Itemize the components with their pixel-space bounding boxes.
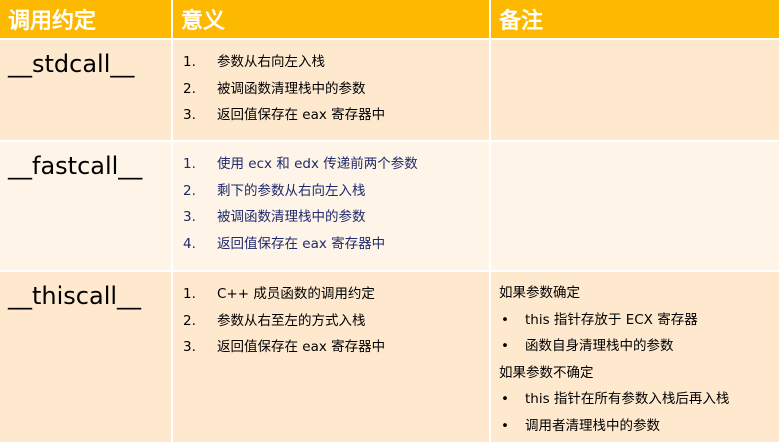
convention-name: __thiscall__ <box>8 282 142 310</box>
list-text: 被调函数清理栈中的参数 <box>217 209 366 225</box>
list-item: 1. 参数从右向左入栈 <box>183 49 489 76</box>
list-text: 参数从右向左入栈 <box>217 54 325 70</box>
list-text: 被调函数清理栈中的参数 <box>217 80 366 97</box>
bullet-icon: • <box>501 391 509 408</box>
bullet-icon: • <box>501 417 509 434</box>
list-number: 1. <box>183 286 196 302</box>
meaning-cell: 1. 参数从右向左入栈 2. 被调函数清理栈中的参数 3. 返回值保存在 eax 寄存… <box>172 39 491 142</box>
list-item: 3. 返回值保存在 eax 寄存器中 <box>183 102 489 129</box>
note-bullet-item: • this 指针存放于 ECX 寄存器 <box>499 307 779 334</box>
list-number: 2. <box>183 80 196 97</box>
list-item: 1. C++ 成员函数的调用约定 <box>183 281 489 308</box>
list-number: 3. <box>183 339 196 355</box>
convention-name: __stdcall__ <box>8 50 135 78</box>
notes-cell: 如果参数确定 • this 指针存放于 ECX 寄存器 • 函数自身清理栈中的参数 … <box>490 271 779 442</box>
bullet-icon: • <box>501 338 509 355</box>
header-row: 调用约定 意义 备注 <box>0 0 779 40</box>
list-number: 3. <box>183 209 196 225</box>
notes-cell <box>490 141 779 272</box>
list-number: 1. <box>183 54 196 70</box>
list-number: 3. <box>183 107 196 123</box>
list-number: 2. <box>183 182 196 199</box>
meaning-list: 1. C++ 成员函数的调用约定 2. 参数从右至左的方式入栈 3. 返回值保存在 e… <box>173 272 489 361</box>
list-number: 4. <box>183 235 196 252</box>
list-number: 1. <box>183 156 196 172</box>
note-text: 调用者清理栈中的参数 <box>525 417 660 434</box>
table-row: __stdcall__ 1. 参数从右向左入栈 2. 被调函数清理栈中的参数 3. 返… <box>0 39 779 142</box>
note-text: this 指针存放于 ECX 寄存器 <box>525 311 698 328</box>
note-bullet-item: • 调用者清理栈中的参数 <box>499 413 779 440</box>
convention-cell: __fastcall__ <box>0 141 173 272</box>
note-text: 函数自身清理栈中的参数 <box>525 338 674 355</box>
meaning-cell: 1. C++ 成员函数的调用约定 2. 参数从右至左的方式入栈 3. 返回值保存在 e… <box>172 271 491 442</box>
list-text: 参数从右至左的方式入栈 <box>217 312 366 329</box>
header-convention: 调用约定 <box>0 0 173 40</box>
list-item: 2. 剩下的参数从右向左入栈 <box>183 178 489 205</box>
note-bullet-item: • 函数自身清理栈中的参数 <box>499 333 779 360</box>
meaning-list: 1. 参数从右向左入栈 2. 被调函数清理栈中的参数 3. 返回值保存在 eax 寄存… <box>173 40 489 129</box>
notes-cell <box>490 39 779 142</box>
header-meaning: 意义 <box>172 0 491 40</box>
list-text: 返回值保存在 eax 寄存器中 <box>217 107 386 123</box>
header-notes: 备注 <box>490 0 779 40</box>
notes-block: 如果参数确定 • this 指针存放于 ECX 寄存器 • 函数自身清理栈中的参数 … <box>491 272 779 440</box>
note-heading: 如果参数不确定 <box>499 364 594 381</box>
list-item: 4. 返回值保存在 eax 寄存器中 <box>183 231 489 258</box>
list-text: 返回值保存在 eax 寄存器中 <box>217 339 386 355</box>
list-text: 剩下的参数从右向左入栈 <box>217 182 366 199</box>
list-number: 2. <box>183 312 196 329</box>
table-row: __fastcall__ 1. 使用 ecx 和 edx 传递前两个参数 2. 剩下… <box>0 141 779 272</box>
convention-name: __fastcall__ <box>8 152 143 180</box>
table-row: __thiscall__ 1. C++ 成员函数的调用约定 2. 参数从右至左的方式… <box>0 271 779 442</box>
list-item: 3. 被调函数清理栈中的参数 <box>183 204 489 231</box>
note-heading: 如果参数确定 <box>499 285 580 301</box>
list-text: 使用 ecx 和 edx 传递前两个参数 <box>217 156 418 172</box>
note-bullet-item: • this 指针在所有参数入栈后再入栈 <box>499 386 779 413</box>
calling-convention-table: 调用约定 意义 备注 __stdcall__ 1. 参数从右向左入栈 2. 被调函数… <box>0 0 779 442</box>
meaning-cell: 1. 使用 ecx 和 edx 传递前两个参数 2. 剩下的参数从右向左入栈 3. 被… <box>172 141 491 272</box>
convention-cell: __stdcall__ <box>0 39 173 142</box>
note-text: this 指针在所有参数入栈后再入栈 <box>525 391 730 408</box>
list-text: C++ 成员函数的调用约定 <box>217 286 375 302</box>
convention-cell: __thiscall__ <box>0 271 173 442</box>
bullet-icon: • <box>501 311 509 328</box>
list-item: 2. 被调函数清理栈中的参数 <box>183 76 489 103</box>
meaning-list: 1. 使用 ecx 和 edx 传递前两个参数 2. 剩下的参数从右向左入栈 3. 被… <box>173 142 489 257</box>
list-item: 3. 返回值保存在 eax 寄存器中 <box>183 334 489 361</box>
list-item: 2. 参数从右至左的方式入栈 <box>183 308 489 335</box>
list-item: 1. 使用 ecx 和 edx 传递前两个参数 <box>183 151 489 178</box>
list-text: 返回值保存在 eax 寄存器中 <box>217 235 386 252</box>
